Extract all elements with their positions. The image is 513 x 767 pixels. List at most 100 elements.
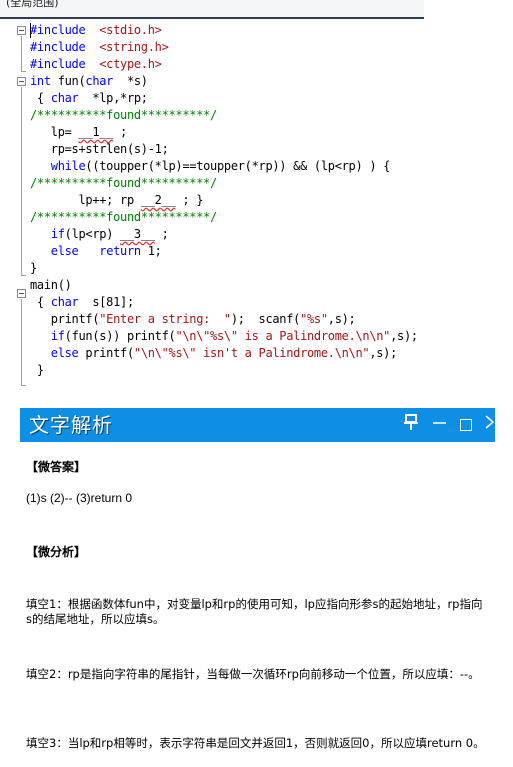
code-token: } — [30, 261, 37, 275]
analysis-heading: 【微分析】 — [26, 545, 87, 559]
fold-guide — [21, 36, 22, 71]
code-token: char — [50, 295, 79, 309]
code-line: while((toupper(*lp)==toupper(*rp)) && (l… — [30, 158, 391, 175]
code-token: ; — [113, 125, 127, 139]
code-line: /**********found**********/ — [30, 209, 217, 226]
code-token: /**********found**********/ — [30, 108, 217, 122]
code-token: 1; — [140, 244, 162, 258]
code-token: fun( — [50, 74, 86, 88]
maximize-icon[interactable] — [460, 419, 472, 431]
panel-title: 文字解析 — [29, 413, 113, 437]
fold-guide — [21, 87, 22, 275]
code-line: { char *lp,*rp; — [30, 90, 148, 107]
code-token: (lp<rp) — [64, 227, 121, 241]
code-token: lp++; rp — [30, 193, 141, 207]
fold-toggle-includes[interactable] — [17, 26, 26, 35]
code-token: #include — [30, 57, 100, 71]
code-token: printf( — [30, 312, 100, 326]
code-token: ; } — [175, 193, 204, 207]
code-line: } — [30, 260, 37, 277]
code-line: /**********found**********/ — [30, 175, 217, 192]
code-line: lp++; rp __2__ ; } — [30, 192, 203, 209]
code-token: printf( — [78, 346, 134, 360]
code-token: main() — [30, 278, 72, 292]
code-token: else — [50, 244, 79, 258]
code-line: if(fun(s)) printf("\n\"%s\" is a Palindr… — [30, 328, 418, 345]
code-token: /**********found**********/ — [30, 210, 217, 224]
code-token: { — [30, 295, 51, 309]
code-token: *s) — [113, 74, 148, 88]
code-line: printf("Enter a string: "); scanf("%s",s… — [30, 311, 356, 328]
code-token: (fun(s)) printf( — [64, 329, 176, 343]
fold-guide-end — [21, 275, 26, 276]
code-line: lp= __1__ ; — [30, 124, 128, 141]
fold-guide — [21, 299, 22, 385]
code-token: { — [30, 91, 51, 105]
code-token: ,s); — [369, 346, 398, 360]
code-token: <string.h> — [99, 40, 169, 54]
code-token: ((toupper(*lp)==toupper(*rp)) && (lp<rp)… — [85, 159, 391, 173]
code-token: lp= — [30, 125, 79, 139]
minimize-icon[interactable] — [433, 414, 447, 435]
code-token: else — [50, 346, 79, 360]
code-token: <stdio.h> — [99, 23, 162, 37]
fold-guide-end — [21, 385, 26, 386]
code-line: int fun(char *s) — [30, 73, 148, 90]
code-line: else return 1; — [30, 243, 162, 260]
analysis-panel-header: 文字解析 — [20, 408, 495, 442]
code-token: if — [50, 227, 65, 241]
close-icon[interactable] — [485, 414, 495, 435]
code-line: } — [30, 362, 44, 379]
code-line: { char s[81]; — [30, 294, 134, 311]
fill-in-blank: __2__ — [140, 193, 176, 207]
fill-in-blank: __3__ — [120, 227, 155, 241]
code-token: rp=s+strlen(s)-1; — [30, 142, 169, 156]
blank2-explanation: 填空2：rp是指向字符串的尾指针，当每做一次循环rp向前移动一个位置，所以应填：… — [26, 667, 480, 681]
code-line: main() — [30, 277, 72, 294]
blank1-explanation: 填空1：根据函数体fun中，对变量lp和rp的使用可知，lp应指向形参s的起始地… — [26, 597, 483, 626]
fold-toggle-main[interactable] — [17, 289, 26, 298]
code-token: "\n\"%s\" is a Palindrome.\n\n" — [175, 329, 391, 343]
code-token: ,s); — [390, 329, 418, 343]
code-line: #include <ctype.h> — [30, 56, 162, 73]
pin-icon[interactable] — [404, 414, 418, 435]
fold-guide-end — [21, 71, 26, 72]
code-token: ,s); — [327, 312, 356, 326]
code-token: char — [50, 91, 79, 105]
answer-text: (1)s (2)-- (3)return 0 — [26, 491, 133, 505]
code-line: /**********found**********/ — [30, 107, 217, 124]
code-token: "%s" — [300, 312, 328, 326]
blank3-explanation: 填空3：当lp和rp相等时，表示字符串是回文并返回1，否则就返回0，所以应填re… — [26, 736, 485, 750]
code-token: return — [99, 244, 141, 258]
code-line: else printf("\n\"%s\" isn't a Palindrome… — [30, 345, 398, 362]
code-editor[interactable]: #include <stdio.h> #include <string.h> #in… — [0, 21, 424, 391]
code-token: ; — [154, 227, 169, 241]
code-line: rp=s+strlen(s)-1; — [30, 141, 169, 158]
code-token: s[81]; — [78, 295, 134, 309]
code-token: int — [30, 74, 51, 88]
code-token: "\n\"%s\" isn't a Palindrome.\n\n" — [133, 346, 370, 360]
code-line: #include <stdio.h> — [30, 22, 162, 39]
fold-toggle-fun[interactable] — [17, 77, 26, 86]
code-token: while — [50, 159, 86, 173]
code-token: #include — [30, 40, 100, 54]
code-token: } — [30, 363, 44, 377]
code-token: if — [50, 329, 65, 343]
code-token: *lp,*rp; — [78, 91, 148, 105]
code-token: <ctype.h> — [99, 57, 162, 71]
code-token: /**********found**********/ — [30, 176, 217, 190]
code-token: ); scanf( — [230, 312, 301, 326]
code-line: #include <string.h> — [30, 39, 169, 56]
scope-dropdown[interactable]: (全局范围) — [0, 0, 424, 19]
fill-in-blank: __1__ — [78, 125, 114, 139]
code-line: if(lp<rp) __3__ ; — [30, 226, 169, 243]
code-token: #include — [30, 23, 100, 37]
answer-heading: 【微答案】 — [26, 460, 87, 474]
scope-label: (全局范围) — [6, 0, 59, 9]
